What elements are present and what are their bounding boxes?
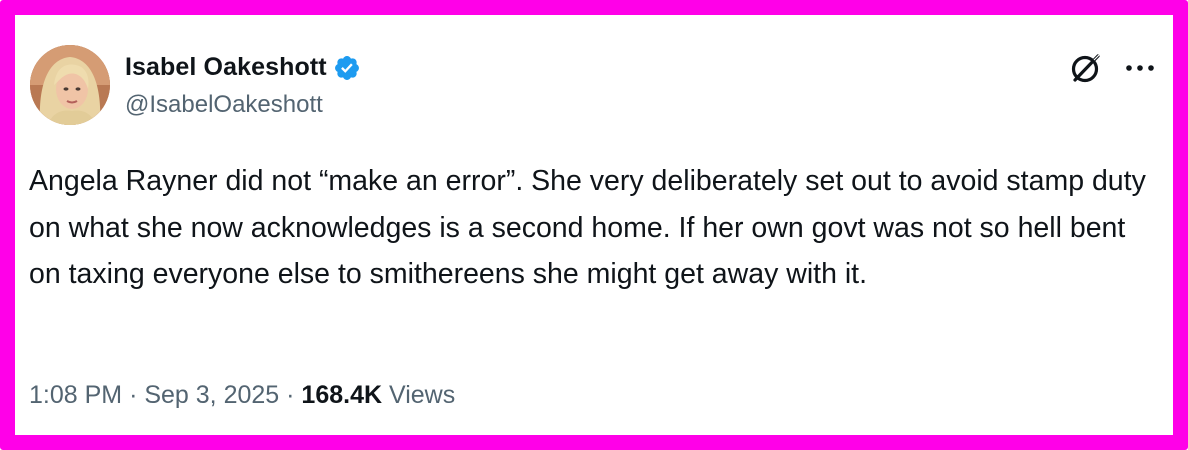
- views-count[interactable]: 168.4K: [301, 381, 382, 409]
- author-handle[interactable]: @IsabelOakeshott: [125, 91, 323, 119]
- avatar-image: [30, 45, 110, 125]
- meta-separator: ·: [129, 381, 138, 409]
- avatar[interactable]: [30, 45, 110, 125]
- author-name-row: Isabel Oakeshott: [125, 53, 361, 82]
- tweet-meta: 1:08 PM · Sep 3, 2025 · 168.4K Views: [29, 381, 455, 410]
- views-label: Views: [389, 381, 456, 409]
- screenshot-frame: Isabel Oakeshott @IsabelOakeshott Angela…: [0, 0, 1188, 450]
- verified-badge-icon[interactable]: [333, 54, 361, 82]
- more-icon[interactable]: [1120, 50, 1160, 86]
- meta-separator: ·: [286, 381, 295, 409]
- tweet-date[interactable]: Sep 3, 2025: [144, 381, 279, 409]
- tweet-time[interactable]: 1:08 PM: [29, 381, 122, 409]
- grok-icon[interactable]: [1067, 49, 1105, 87]
- author-display-name[interactable]: Isabel Oakeshott: [125, 53, 327, 82]
- tweet-text: Angela Rayner did not “make an error”. S…: [29, 165, 1146, 290]
- tweet-card: Isabel Oakeshott @IsabelOakeshott Angela…: [15, 15, 1173, 435]
